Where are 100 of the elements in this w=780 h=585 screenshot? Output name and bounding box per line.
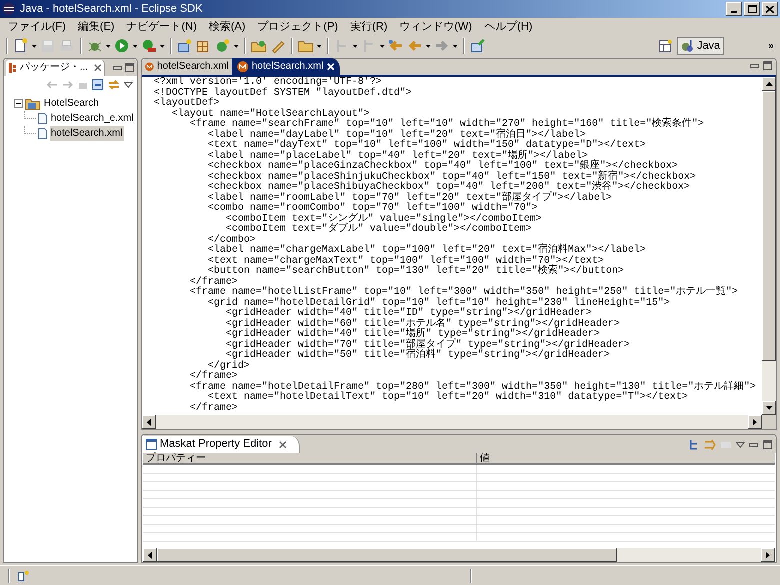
code-line: <grid name="hotelDetailGrid" top="10" left="10" height="230" lineHeight="15"> (207, 298, 672, 308)
right-arrow-icon (766, 552, 770, 558)
code-line: <label name="dayLabel" top="10" left="20" text="宿泊日"></label> (207, 130, 586, 140)
menu-item[interactable]: ファイル(F) (2, 19, 72, 35)
pin-icon[interactable] (470, 38, 486, 54)
code-line: <!DOCTYPE layoutDef SYSTEM "layoutDef.dtd"> (154, 88, 414, 98)
menu-item[interactable]: 実行(R) (344, 19, 394, 35)
scroll-thumb[interactable] (762, 91, 776, 361)
vertical-scrollbar[interactable] (762, 77, 776, 429)
caret-icon[interactable] (453, 44, 458, 48)
caret-icon[interactable] (380, 44, 385, 48)
code-line: </frame> (189, 372, 238, 382)
code-line: <combo name="roomCombo" top="70" left="100" width="70"> (207, 204, 538, 214)
minimize-icon (731, 11, 737, 13)
horizontal-scrollbar[interactable] (143, 548, 775, 562)
menu-item[interactable]: 検索(A) (203, 19, 252, 35)
java-perspective-button[interactable]: Java (677, 37, 724, 55)
column-header[interactable]: プロパティー (143, 453, 477, 463)
xml-editor-icon (145, 60, 154, 72)
minimize-icon[interactable] (750, 62, 760, 70)
caret-icon[interactable] (426, 44, 431, 48)
maximize-button[interactable] (744, 2, 760, 16)
property-editor-tab[interactable]: Maskat Property Editor (142, 436, 300, 453)
window-title: Java - hotelSearch.xml - Eclipse SDK (20, 2, 203, 17)
code-line: <?xml version='1.0' encoding='UTF-8'?> (154, 78, 382, 88)
menu-item[interactable]: ナビゲート(N) (120, 19, 203, 35)
caret-icon[interactable] (133, 44, 138, 48)
code-line: </frame> (189, 278, 238, 288)
file-label[interactable]: hotelSearch_e.xml (50, 111, 135, 126)
project-label[interactable]: HotelSearch (43, 96, 100, 111)
left-arrow-icon (147, 418, 151, 426)
close-button[interactable] (762, 2, 778, 16)
code-line: <gridHeader width="40" title="ID" type="string"></gridHeader> (225, 309, 592, 319)
maximize-icon[interactable] (125, 62, 135, 72)
run-icon[interactable] (114, 38, 130, 54)
caret-icon[interactable] (234, 44, 239, 48)
caret-icon[interactable] (106, 44, 111, 48)
collapse-all-icon[interactable] (92, 79, 104, 91)
editor-tab[interactable]: hotelSearch.xml (232, 58, 340, 75)
editor-tab-label: hotelSearch.xml (252, 60, 324, 74)
scrollbar-corner (762, 415, 776, 429)
code-line: <checkbox name="placeGinzaCheckbox" top="40" left="100" text="銀座"></checkbox> (207, 162, 678, 172)
caret-icon[interactable] (160, 44, 165, 48)
overflow-chevron[interactable]: » (768, 38, 774, 54)
close-icon (766, 6, 774, 12)
code-line: <checkbox name="placeShibuyaCheckbox" top="40" left="200" text="渋谷"></checkbox> (207, 183, 692, 193)
fast-view-icon[interactable] (18, 570, 30, 582)
xml-editor-icon (237, 60, 249, 72)
open-perspective-icon[interactable] (659, 39, 674, 53)
code-line: </grid> (208, 362, 252, 372)
package-explorer-tab[interactable]: パッケージ・... (6, 60, 106, 76)
scroll-thumb[interactable] (157, 548, 617, 562)
menu-item[interactable]: プロジェクト(P) (252, 19, 344, 35)
window-icon (146, 439, 157, 450)
scroll-up-button[interactable] (762, 77, 776, 91)
file-label[interactable]: hotelSearch.xml (50, 126, 124, 141)
code-line: </frame> (189, 404, 240, 414)
new-file-icon[interactable] (13, 38, 29, 54)
right-arrow-icon (753, 418, 757, 426)
minimize-button[interactable] (726, 2, 742, 16)
caret-icon[interactable] (317, 44, 322, 48)
caret-icon[interactable] (32, 44, 37, 48)
package-icon (8, 62, 18, 74)
code-line: <layout name="HotelSearchLayout"> (171, 110, 370, 120)
scroll-right-button[interactable] (761, 548, 775, 562)
editor-tab[interactable]: hotelSearch.xml (142, 58, 232, 75)
xml-file-icon (38, 112, 48, 124)
scroll-left-button[interactable] (142, 415, 156, 429)
code-line: <frame name="hotelDetailFrame" top="280" left="300" width="350" height="130" title="ホテル詳細"> (189, 382, 758, 392)
horizontal-scrollbar[interactable] (142, 415, 762, 429)
scroll-right-button[interactable] (748, 415, 762, 429)
menu-item[interactable]: ヘルプ(H) (478, 19, 539, 35)
scroll-down-button[interactable] (762, 401, 776, 415)
open-folder-icon[interactable] (251, 38, 267, 54)
caret-icon[interactable] (353, 44, 358, 48)
new-package-icon[interactable] (177, 38, 193, 54)
code-line: <text name="dayText" top="10" left="100" width="150" datatype="D"></text> (207, 141, 648, 151)
menu-item[interactable]: ウィンドウ(W) (394, 19, 478, 35)
view-menu-icon[interactable] (124, 82, 133, 88)
minimize-icon[interactable] (749, 441, 759, 449)
xml-file-icon (38, 128, 48, 140)
maximize-icon[interactable] (763, 440, 773, 450)
code-line: <label name="placeLabel" top="40" left="20" text="場所"></label> (207, 152, 588, 162)
java-perspective-icon (681, 39, 696, 53)
column-header[interactable]: 値 (477, 453, 775, 463)
scroll-left-button[interactable] (143, 548, 157, 562)
code-line: <comboItem text="ダブル" value="double"></comboItem> (226, 225, 532, 235)
folder-icon (25, 98, 41, 110)
link-arrows-icon[interactable] (108, 79, 120, 91)
minimize-icon[interactable] (113, 64, 123, 72)
tree-view-icon[interactable] (688, 439, 700, 451)
code-line: <gridHeader width="50" title="宿泊料" type="string"></gridHeader> (226, 351, 610, 361)
collapse-toggle-icon[interactable] (14, 99, 23, 108)
left-arrow-icon (148, 552, 152, 558)
menu-item[interactable]: 編集(E) (72, 19, 121, 35)
external-tools-icon[interactable] (141, 38, 157, 54)
view-menu-icon[interactable] (736, 442, 745, 448)
code-line: <text name="hotelDetailText" top="10" left="20" width="310" datatype="T"></text> (208, 393, 690, 403)
maximize-icon[interactable] (763, 61, 773, 71)
code-line: <button name="searchButton" top="130" left="20" title="検索"></button> (208, 267, 626, 277)
